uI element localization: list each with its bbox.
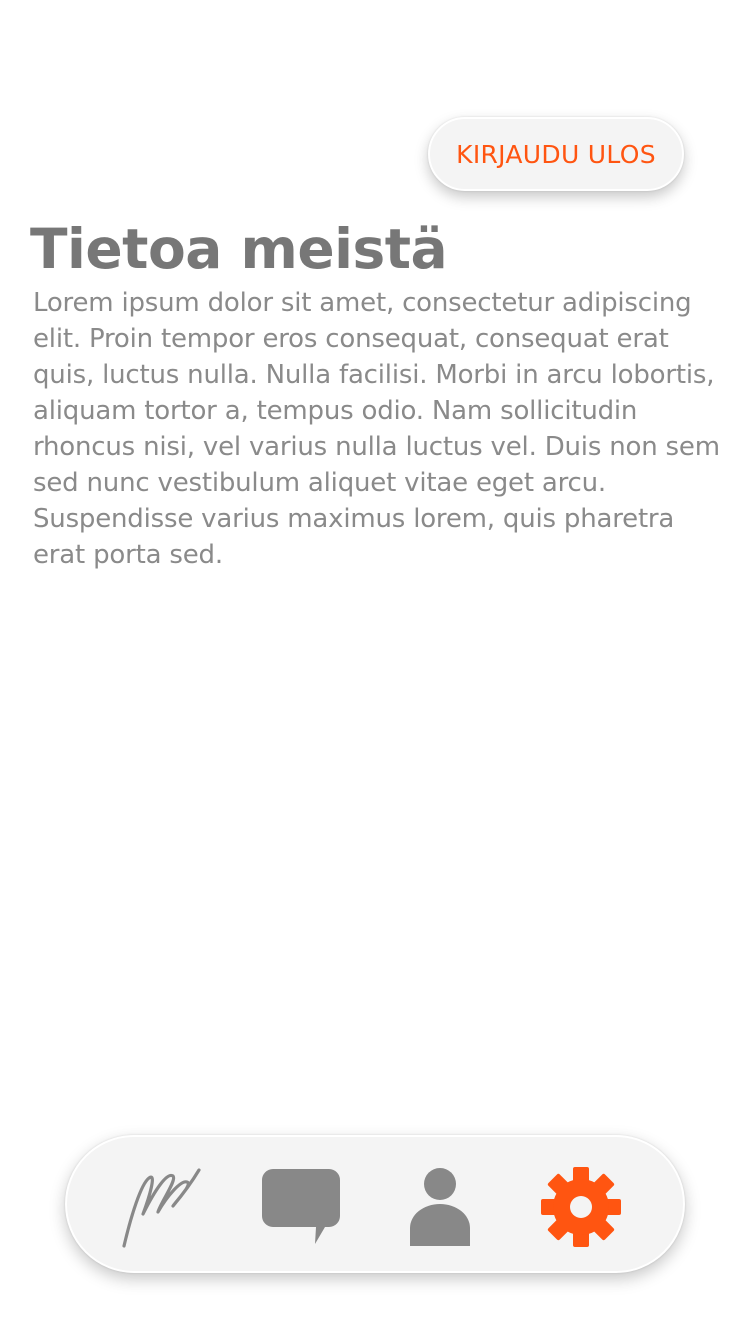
logout-button[interactable]: KIRJAUDU ULOS: [428, 117, 684, 191]
logout-button-label: KIRJAUDU ULOS: [456, 139, 656, 169]
user-icon: [410, 1168, 470, 1246]
signature-icon: [122, 1168, 201, 1248]
nav-item-settings[interactable]: [539, 1165, 623, 1249]
nav-item-chat[interactable]: [259, 1165, 343, 1249]
nav-item-profile[interactable]: [399, 1165, 483, 1249]
chat-bubble-icon: [262, 1169, 340, 1244]
bottom-navigation-bar: [65, 1135, 685, 1273]
about-screen: KIRJAUDU ULOS Tietoa meistä Lorem ipsum …: [0, 0, 750, 1334]
page-title: Tietoa meistä: [30, 217, 448, 281]
about-body-text: Lorem ipsum dolor sit amet, consectetur …: [33, 288, 720, 570]
gear-icon: [541, 1167, 621, 1247]
nav-item-signature[interactable]: [119, 1165, 203, 1249]
